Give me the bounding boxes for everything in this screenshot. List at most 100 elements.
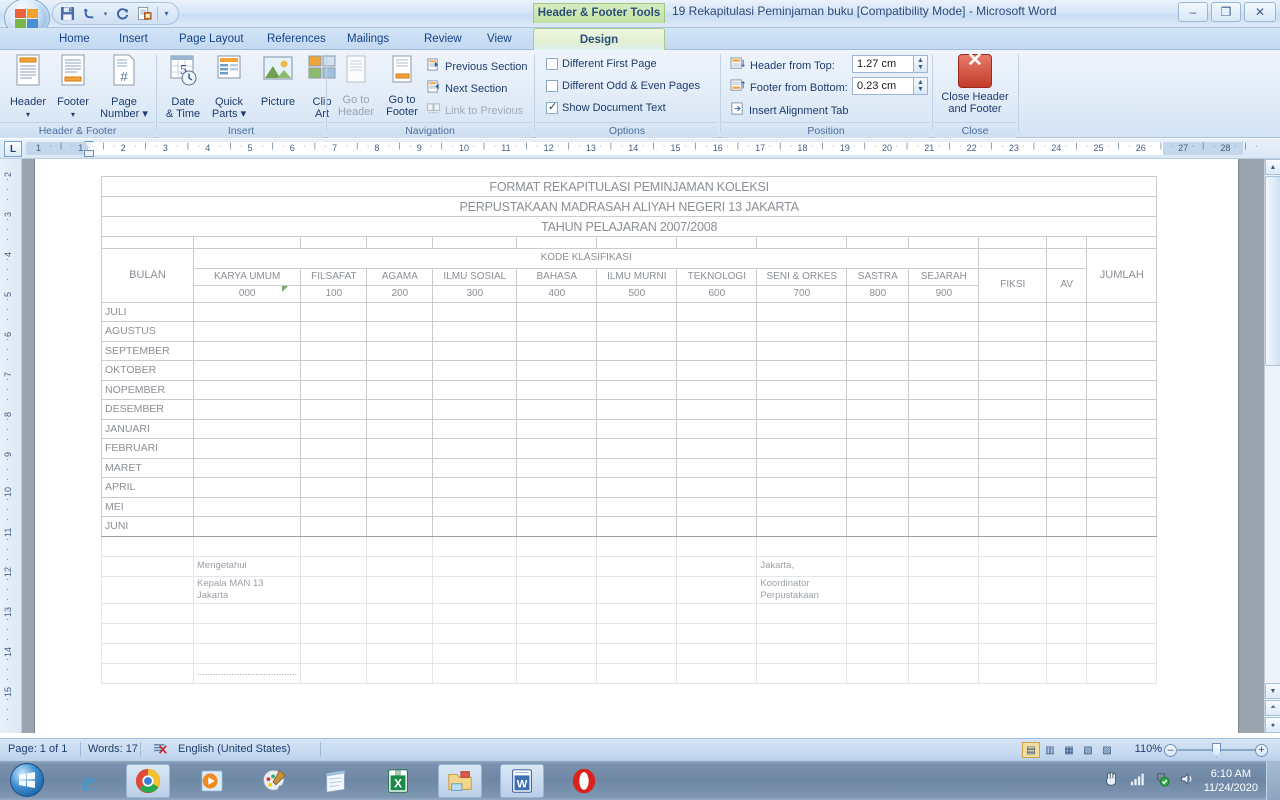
signature-cell-r1-c6[interactable]: [516, 535, 598, 557]
quick-parts-label2[interactable]: Parts ▾: [212, 108, 246, 120]
signature-cell-r5-c10[interactable]: [846, 622, 910, 644]
picture-button[interactable]: Picture: [254, 54, 302, 108]
close-header-footer-button[interactable]: ✕ Close Header and Footer: [934, 51, 1016, 115]
insert-alignment-tab-button[interactable]: Insert Alignment Tab: [730, 102, 848, 119]
left-indent-marker[interactable]: [84, 150, 94, 157]
data-cell-r12-c7[interactable]: [676, 516, 758, 537]
column-header-9[interactable]: SASTRA: [846, 267, 910, 286]
data-cell-r5-c7[interactable]: [676, 379, 758, 400]
data-cell-r1-c11[interactable]: [978, 301, 1048, 322]
table-row[interactable]: SEPTEMBER: [101, 340, 1158, 361]
spacer-cell[interactable]: [366, 236, 434, 249]
data-cell-r1-c2[interactable]: [300, 301, 368, 322]
signature-cell-r1-c1[interactable]: [101, 535, 194, 557]
data-cell-r12-c11[interactable]: [978, 516, 1048, 537]
footer-button[interactable]: Footer ▾: [52, 54, 94, 121]
data-cell-r10-c9[interactable]: [846, 477, 910, 498]
data-cell-r7-c3[interactable]: [366, 418, 434, 439]
tab-home[interactable]: Home: [50, 29, 99, 50]
spacer-cell[interactable]: [908, 236, 980, 249]
data-cell-r9-c12[interactable]: [1046, 457, 1088, 478]
month-label-januari[interactable]: JANUARI: [101, 418, 194, 439]
data-cell-r4-c7[interactable]: [676, 360, 758, 381]
taskbar-notepad[interactable]: [314, 764, 358, 798]
signature-cell-r2-c7[interactable]: [596, 555, 678, 577]
month-label-nopember[interactable]: NOPEMBER: [101, 379, 194, 400]
data-cell-r9-c1[interactable]: [192, 457, 302, 478]
data-cell-r9-c3[interactable]: [366, 457, 434, 478]
data-cell-r12-c4[interactable]: [432, 516, 518, 537]
data-cell-r8-c1[interactable]: [192, 438, 302, 459]
print-layout-view-button[interactable]: ▤: [1022, 742, 1040, 758]
signature-cell-r6-c11[interactable]: [908, 642, 980, 664]
data-cell-r8-c10[interactable]: [908, 438, 980, 459]
data-cell-r7-c1[interactable]: [192, 418, 302, 439]
column-header-7[interactable]: TEKNOLOGI: [676, 267, 758, 286]
data-cell-r5-c11[interactable]: [978, 379, 1048, 400]
signature-cell-r4-c9[interactable]: [756, 602, 848, 624]
signature-cell-r7-c11[interactable]: [908, 662, 980, 684]
footer-from-bottom-spinner[interactable]: ▲ ▼: [914, 77, 928, 95]
show-document-text-checkbox-row[interactable]: Show Document Text: [546, 100, 666, 114]
data-cell-r4-c3[interactable]: [366, 360, 434, 381]
signature-cell-r4-c4[interactable]: [366, 602, 434, 624]
data-cell-r2-c4[interactable]: [432, 321, 518, 342]
data-cell-r9-c8[interactable]: [756, 457, 848, 478]
data-cell-r8-c2[interactable]: [300, 438, 368, 459]
signature-cell-r1-c4[interactable]: [366, 535, 434, 557]
taskbar-paint[interactable]: [252, 764, 296, 798]
signature-cell-r7-c1[interactable]: [101, 662, 194, 684]
data-cell-r5-c1[interactable]: [192, 379, 302, 400]
signature-cell-r1-c10[interactable]: [846, 535, 910, 557]
spacer-cell[interactable]: [1086, 236, 1158, 249]
show-desktop-button[interactable]: [1266, 761, 1280, 800]
data-cell-r3-c9[interactable]: [846, 340, 910, 361]
data-cell-r7-c7[interactable]: [676, 418, 758, 439]
signature-cell-r7-c6[interactable]: [516, 662, 598, 684]
data-cell-r11-c3[interactable]: [366, 496, 434, 517]
print-preview-icon[interactable]: [134, 4, 154, 23]
signature-cell-r4-c2[interactable]: [192, 602, 302, 624]
signature-cell-r7-c14[interactable]: [1086, 662, 1158, 684]
signature-cell-r6-c6[interactable]: [516, 642, 598, 664]
signature-cell-r7-c13[interactable]: [1046, 662, 1088, 684]
data-cell-r5-c2[interactable]: [300, 379, 368, 400]
data-cell-r9-c9[interactable]: [846, 457, 910, 478]
column-code-3[interactable]: 200: [366, 284, 434, 303]
spacer-cell[interactable]: [300, 236, 368, 249]
redo-icon[interactable]: [112, 4, 132, 23]
data-cell-r11-c1[interactable]: [192, 496, 302, 517]
scroll-up-button[interactable]: ▲: [1265, 159, 1280, 175]
column-header-2[interactable]: FILSAFAT: [300, 267, 368, 286]
column-code-4[interactable]: 300: [432, 284, 518, 303]
ruler-scale[interactable]: 1 · | · 1 · | · 2 · | · 3 · | · 4 · | · 5 · | · 6 · | · 7 · | · 8 · | · 9 · | ·…: [26, 139, 1258, 158]
signature-cell-r5-c6[interactable]: [516, 622, 598, 644]
signature-cell-r6-c5[interactable]: [432, 642, 518, 664]
data-cell-r2-c11[interactable]: [978, 321, 1048, 342]
data-cell-r5-c3[interactable]: [366, 379, 434, 400]
data-cell-r2-c8[interactable]: [756, 321, 848, 342]
tab-references[interactable]: References: [258, 29, 335, 50]
document-canvas[interactable]: FORMAT REKAPITULASI PEMINJAMAN KOLEKSI PE…: [22, 159, 1265, 733]
signature-cell-r5-c7[interactable]: [596, 622, 678, 644]
data-cell-r8-c8[interactable]: [756, 438, 848, 459]
signature-cell-r6-c2[interactable]: [192, 642, 302, 664]
data-cell-r6-c10[interactable]: [908, 399, 980, 420]
month-label-juli[interactable]: JULI: [101, 301, 194, 322]
signature-cell-r5-c3[interactable]: [300, 622, 368, 644]
data-cell-r3-c6[interactable]: [596, 340, 678, 361]
column-header-bulan[interactable]: BULAN: [101, 248, 194, 303]
go-to-header-button[interactable]: Go to Header: [334, 54, 378, 118]
data-cell-r6-c3[interactable]: [366, 399, 434, 420]
data-cell-r2-c6[interactable]: [596, 321, 678, 342]
taskbar-opera[interactable]: [562, 764, 606, 798]
taskbar-word[interactable]: W: [500, 764, 544, 798]
table-row[interactable]: MARET: [101, 457, 1158, 478]
start-button[interactable]: [2, 761, 52, 799]
data-cell-r6-c7[interactable]: [676, 399, 758, 420]
data-cell-r5-c13[interactable]: [1086, 379, 1158, 400]
spacer-cell[interactable]: [516, 236, 598, 249]
quick-parts-button[interactable]: Quick Parts ▾: [206, 54, 252, 120]
signature-cell-r5-c5[interactable]: [432, 622, 518, 644]
data-cell-r6-c5[interactable]: [516, 399, 598, 420]
